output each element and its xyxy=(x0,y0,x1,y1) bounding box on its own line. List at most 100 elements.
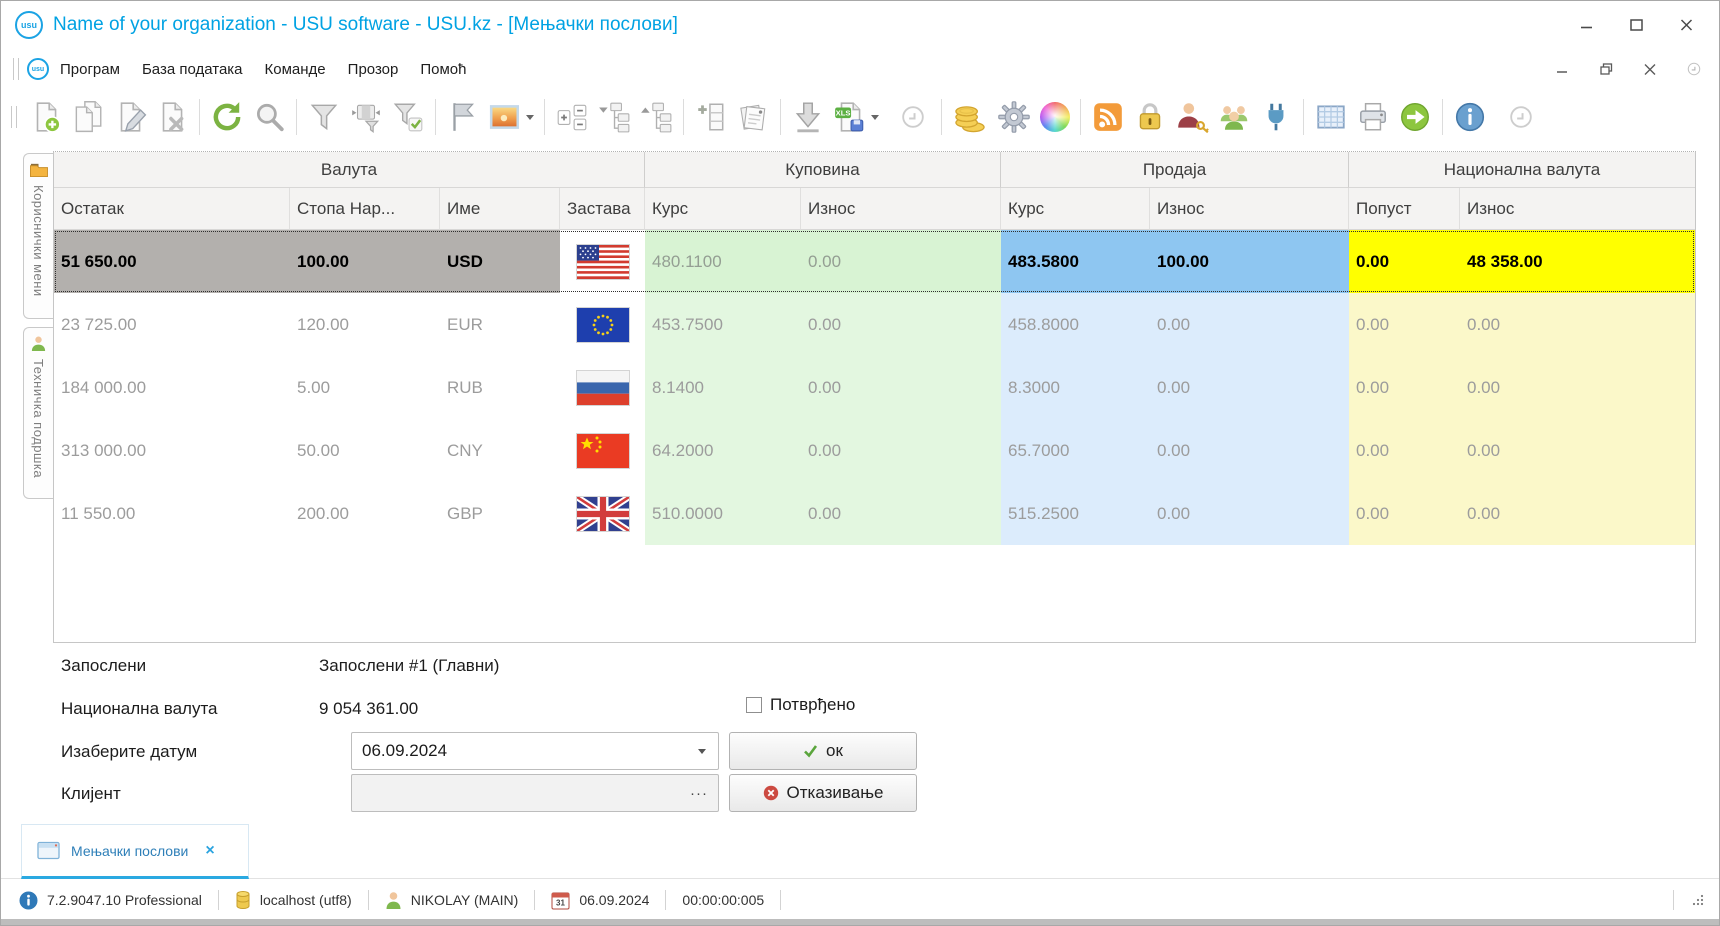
column-header-sell-rate[interactable]: Курс xyxy=(1001,188,1150,230)
column-header-flag[interactable]: Застава xyxy=(560,188,645,230)
date-dropdown-caret[interactable] xyxy=(698,749,706,754)
cell-discount[interactable]: 0.00 xyxy=(1349,482,1460,545)
cell-flag[interactable] xyxy=(560,482,645,545)
go-next-button[interactable] xyxy=(1394,94,1436,140)
cell-remainder[interactable]: 313 000.00 xyxy=(54,419,290,482)
export-dropdown-caret[interactable] xyxy=(871,115,879,120)
cell-sell-amount[interactable]: 0.00 xyxy=(1150,419,1349,482)
cell-buy-amount[interactable]: 0.00 xyxy=(801,419,1001,482)
maximize-button[interactable] xyxy=(1629,19,1643,31)
ok-button[interactable]: ок xyxy=(729,732,917,770)
menu-database[interactable]: База података xyxy=(131,56,254,83)
client-browse-button[interactable]: ··· xyxy=(690,785,708,802)
print-button[interactable] xyxy=(1352,94,1394,140)
column-header-buy-rate[interactable]: Курс xyxy=(645,188,801,230)
cell-sell-rate[interactable]: 458.8000 xyxy=(1001,293,1150,356)
table-row-usd[interactable]: 51 650.00 100.00 USD 480.1100 0.00 483.5… xyxy=(54,230,1695,293)
cell-discount[interactable]: 0.00 xyxy=(1349,293,1460,356)
cell-buy-rate[interactable]: 480.1100 xyxy=(645,230,801,293)
cell-sell-amount[interactable]: 0.00 xyxy=(1150,482,1349,545)
side-tab-user-menu[interactable]: Кориснички мени xyxy=(23,153,53,319)
date-combobox[interactable]: 06.09.2024 xyxy=(351,732,719,770)
money-button[interactable] xyxy=(948,94,992,140)
refresh-button[interactable] xyxy=(206,94,248,140)
close-button[interactable] xyxy=(1679,19,1693,31)
cell-discount[interactable]: 0.00 xyxy=(1349,230,1460,293)
grid-view-button[interactable] xyxy=(1310,94,1352,140)
rss-button[interactable] xyxy=(1087,94,1129,140)
cell-sell-amount[interactable]: 0.00 xyxy=(1150,293,1349,356)
cell-sell-amount[interactable]: 0.00 xyxy=(1150,356,1349,419)
colors-button[interactable] xyxy=(1036,94,1074,140)
lock-button[interactable] xyxy=(1129,94,1171,140)
cell-name[interactable]: USD xyxy=(440,230,560,293)
tab-exchange-operations[interactable]: Мењачки послови × xyxy=(21,824,249,879)
settings-button[interactable] xyxy=(992,94,1036,140)
users-button[interactable] xyxy=(1213,94,1255,140)
column-header-rate[interactable]: Стопа Нар... xyxy=(290,188,440,230)
cell-nat-amount[interactable]: 0.00 xyxy=(1460,356,1695,419)
cell-name[interactable]: CNY xyxy=(440,419,560,482)
copy-record-button[interactable] xyxy=(67,94,109,140)
cell-buy-rate[interactable]: 453.7500 xyxy=(645,293,801,356)
tree-expand-button[interactable] xyxy=(593,94,635,140)
cell-remainder[interactable]: 184 000.00 xyxy=(54,356,290,419)
search-button[interactable] xyxy=(248,94,290,140)
mdi-close-button[interactable] xyxy=(1643,63,1657,75)
client-field[interactable]: ··· xyxy=(351,774,719,812)
table-row-cny[interactable]: 313 000.00 50.00 CNY 64.2000 0.00 65.700… xyxy=(54,419,1695,482)
cancel-button[interactable]: Отказивање xyxy=(729,774,917,812)
cell-sell-rate[interactable]: 8.3000 xyxy=(1001,356,1150,419)
column-header-discount[interactable]: Попуст xyxy=(1349,188,1460,230)
cell-nat-amount[interactable]: 0.00 xyxy=(1460,293,1695,356)
toolbar-grip-2[interactable] xyxy=(11,106,17,128)
cell-sell-rate[interactable]: 515.2500 xyxy=(1001,482,1150,545)
tree-collapse-button[interactable] xyxy=(635,94,677,140)
cell-rate[interactable]: 5.00 xyxy=(290,356,440,419)
cell-nat-amount[interactable]: 0.00 xyxy=(1460,482,1695,545)
cell-nat-amount[interactable]: 0.00 xyxy=(1460,419,1695,482)
cell-rate[interactable]: 200.00 xyxy=(290,482,440,545)
cell-sell-rate[interactable]: 65.7000 xyxy=(1001,419,1150,482)
export-xls-button[interactable]: XLS xyxy=(829,94,883,140)
cell-remainder[interactable]: 23 725.00 xyxy=(54,293,290,356)
group-header-buy[interactable]: Куповина xyxy=(645,152,1001,188)
cell-discount[interactable]: 0.00 xyxy=(1349,356,1460,419)
menu-window[interactable]: Прозор xyxy=(337,56,410,83)
expand-collapse-button[interactable] xyxy=(551,94,593,140)
edit-record-button[interactable] xyxy=(109,94,151,140)
notes-button[interactable] xyxy=(732,94,774,140)
cell-name[interactable]: RUB xyxy=(440,356,560,419)
column-header-nat-amount[interactable]: Износ xyxy=(1460,188,1695,230)
cell-flag[interactable] xyxy=(560,230,645,293)
cell-rate[interactable]: 50.00 xyxy=(290,419,440,482)
cell-buy-rate[interactable]: 8.1400 xyxy=(645,356,801,419)
next-window-button[interactable] xyxy=(897,94,929,140)
cell-flag[interactable] xyxy=(560,293,645,356)
cell-flag[interactable] xyxy=(560,419,645,482)
column-header-sell-amount[interactable]: Износ xyxy=(1150,188,1349,230)
group-header-sell[interactable]: Продаја xyxy=(1001,152,1349,188)
add-column-button[interactable] xyxy=(690,94,732,140)
import-button[interactable] xyxy=(787,94,829,140)
cell-buy-rate[interactable]: 64.2000 xyxy=(645,419,801,482)
cell-nat-amount[interactable]: 48 358.00 xyxy=(1460,230,1695,293)
flag-button[interactable] xyxy=(442,94,484,140)
cell-rate[interactable]: 120.00 xyxy=(290,293,440,356)
more-button[interactable] xyxy=(1505,94,1537,140)
group-header-national[interactable]: Национална валута xyxy=(1349,152,1695,188)
cell-sell-amount[interactable]: 100.00 xyxy=(1150,230,1349,293)
cell-name[interactable]: EUR xyxy=(440,293,560,356)
filter-button[interactable] xyxy=(303,94,345,140)
side-tab-tech-support[interactable]: Техничка подршка xyxy=(23,327,53,499)
cell-buy-amount[interactable]: 0.00 xyxy=(801,356,1001,419)
confirmed-checkbox[interactable] xyxy=(746,697,762,713)
cell-discount[interactable]: 0.00 xyxy=(1349,419,1460,482)
menu-commands[interactable]: Команде xyxy=(254,56,337,83)
cell-remainder[interactable]: 51 650.00 xyxy=(54,230,290,293)
image-dropdown-caret[interactable] xyxy=(526,115,534,120)
integrations-button[interactable] xyxy=(1255,94,1297,140)
cell-buy-amount[interactable]: 0.00 xyxy=(801,293,1001,356)
tab-close-icon[interactable]: × xyxy=(205,842,214,860)
add-record-button[interactable] xyxy=(25,94,67,140)
